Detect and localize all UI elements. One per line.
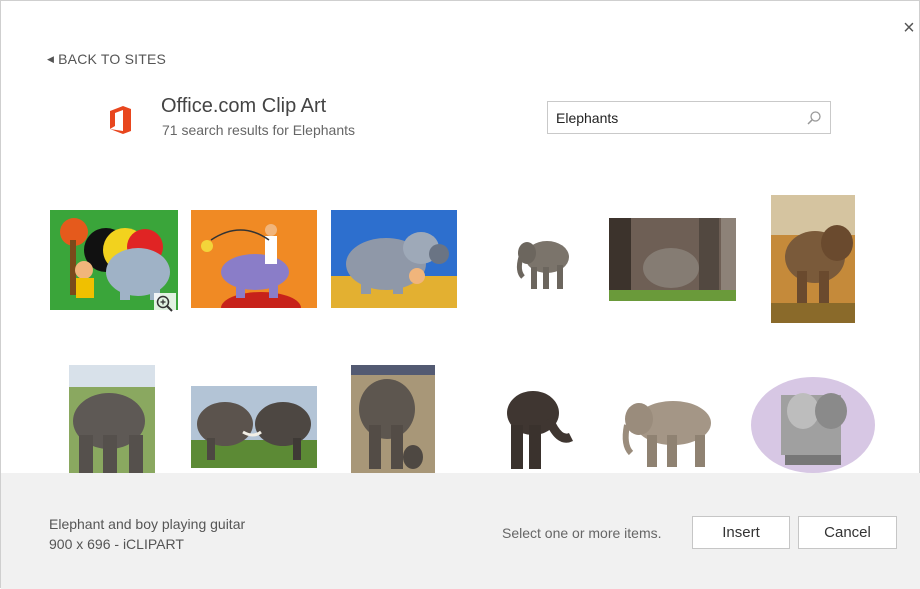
result-item[interactable]	[751, 377, 875, 473]
result-item[interactable]	[331, 210, 457, 308]
clipart-elephant-statue	[751, 377, 875, 473]
service-title: Office.com Clip Art	[161, 95, 327, 117]
result-item[interactable]	[69, 365, 155, 473]
selected-item-meta: 900 x 696 - iCLIPART	[49, 536, 184, 552]
chevron-left-icon: ◀	[47, 53, 55, 64]
back-to-sites-link[interactable]: ◀ BACK TO SITES	[47, 51, 166, 67]
photo-elephant-small	[516, 241, 569, 289]
results-summary: 71 search results for Elephants	[162, 122, 355, 138]
clipart-elephant-blue-bg	[331, 210, 457, 308]
result-item[interactable]	[191, 386, 317, 468]
insert-button[interactable]: Insert	[692, 516, 790, 549]
photo-two-elephants-tusks	[191, 386, 317, 468]
photo-elephant-savanna	[771, 195, 855, 323]
result-item[interactable]	[511, 227, 579, 295]
cancel-button[interactable]: Cancel	[798, 516, 897, 549]
selection-status: Select one or more items.	[502, 525, 662, 541]
dialog-footer: Elephant and boy playing guitar 900 x 69…	[1, 473, 920, 589]
photo-elephant-legs-calf	[609, 218, 736, 301]
search-input[interactable]	[548, 103, 788, 132]
photo-elephant-mother-calf	[351, 365, 435, 473]
photo-elephant-side	[622, 401, 711, 467]
search-box	[547, 101, 831, 134]
result-item[interactable]	[497, 383, 577, 473]
result-item[interactable]	[617, 393, 719, 469]
clipart-elephant-rider-orange	[191, 210, 317, 308]
selected-item-title: Elephant and boy playing guitar	[49, 516, 246, 532]
insert-pictures-dialog: × ◀ BACK TO SITES Office.com Clip Art 71…	[0, 0, 920, 589]
result-item[interactable]	[191, 210, 317, 308]
result-item[interactable]	[771, 195, 855, 323]
back-to-sites-label: BACK TO SITES	[58, 51, 167, 67]
result-item[interactable]	[609, 218, 736, 301]
result-item[interactable]	[50, 210, 178, 315]
photo-elephant-trunk-curl	[507, 391, 574, 469]
close-button[interactable]: ×	[900, 18, 918, 38]
result-item[interactable]	[351, 365, 435, 473]
photo-elephant-walking	[69, 365, 155, 473]
zoom-icon[interactable]	[154, 293, 176, 315]
search-results-grid: ▲ ▼	[1, 181, 901, 473]
search-icon[interactable]	[806, 110, 822, 126]
office-logo-icon	[110, 106, 131, 134]
